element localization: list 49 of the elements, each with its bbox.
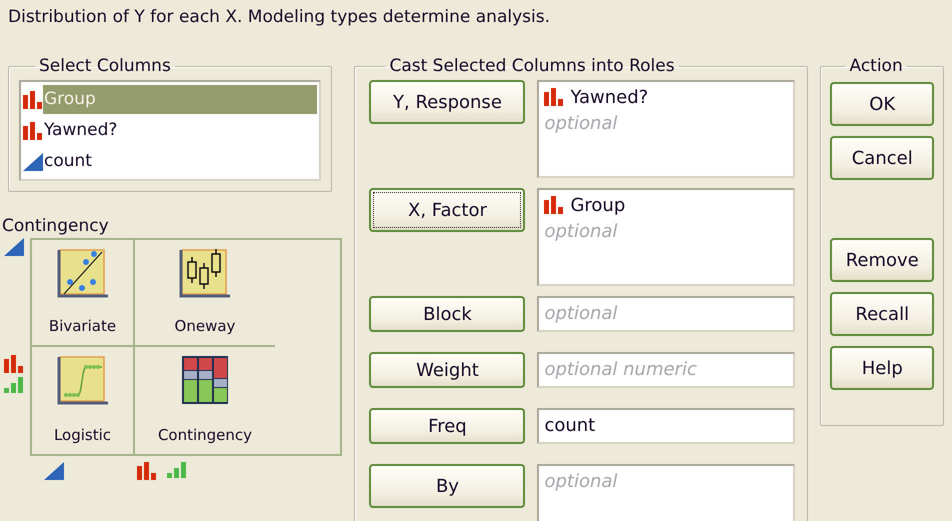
- platform-cell[interactable]: Bivariate: [32, 240, 135, 347]
- role-list[interactable]: Yawned? optional: [537, 80, 796, 178]
- ordinal-bars-icon: [167, 462, 187, 478]
- triangle-icon: [4, 238, 24, 256]
- column-item[interactable]: Yawned?: [43, 116, 317, 145]
- platform-title: Contingency: [2, 216, 110, 236]
- dialog-description: Distribution of Y for each X. Modeling types determine analysis.: [8, 6, 551, 29]
- platform-cell[interactable]: Oneway: [135, 240, 275, 347]
- platform-label: Logistic: [54, 426, 112, 444]
- platform-cell[interactable]: Contingency: [135, 347, 275, 454]
- logistic-curve-icon: [56, 355, 110, 407]
- placeholder-text: optional: [544, 470, 618, 494]
- action-button[interactable]: OK: [830, 82, 934, 126]
- role-entry: Group: [570, 194, 626, 216]
- role-button[interactable]: Weight: [369, 352, 526, 388]
- ordinal-bars-icon: [4, 377, 24, 393]
- role-list[interactable]: Group optional: [537, 188, 796, 286]
- platform-label: Bivariate: [48, 317, 116, 335]
- platform-cell[interactable]: Logistic: [32, 347, 135, 454]
- platform-label: Oneway: [174, 317, 236, 335]
- role-button[interactable]: Freq: [369, 408, 526, 444]
- role-button[interactable]: X, Factor: [369, 188, 526, 232]
- triangle-icon: [44, 462, 64, 480]
- nominal-bars-icon: [4, 355, 24, 373]
- group-title: Cast Selected Columns into Roles: [388, 56, 676, 76]
- scatter-plot-icon: [56, 248, 110, 300]
- nominal-bars-icon: [544, 196, 564, 214]
- box-plot-icon: [178, 248, 232, 300]
- action-button[interactable]: Recall: [830, 292, 934, 336]
- nominal-bars-icon: [137, 462, 157, 480]
- role-button[interactable]: Block: [369, 296, 526, 332]
- platform-label: Contingency: [158, 426, 252, 444]
- group-title: Action: [848, 56, 904, 76]
- action-button[interactable]: Cancel: [830, 136, 934, 180]
- mosaic-chart-icon: [181, 355, 229, 405]
- nominal-bars-icon: [544, 88, 564, 106]
- action-button[interactable]: Help: [830, 346, 934, 390]
- role-button[interactable]: By: [369, 464, 526, 508]
- placeholder-text: optional: [544, 220, 618, 244]
- triangle-icon: [23, 152, 43, 170]
- role-entry: Yawned?: [570, 86, 648, 108]
- action-button[interactable]: Remove: [830, 238, 934, 282]
- role-button[interactable]: Y, Response: [369, 80, 526, 124]
- placeholder-text: optional: [544, 112, 618, 136]
- column-item[interactable]: count: [43, 147, 317, 176]
- role-field[interactable]: count: [537, 408, 796, 444]
- group-title: Select Columns: [38, 56, 172, 76]
- nominal-bars-icon: [23, 90, 43, 108]
- nominal-bars-icon: [23, 122, 43, 140]
